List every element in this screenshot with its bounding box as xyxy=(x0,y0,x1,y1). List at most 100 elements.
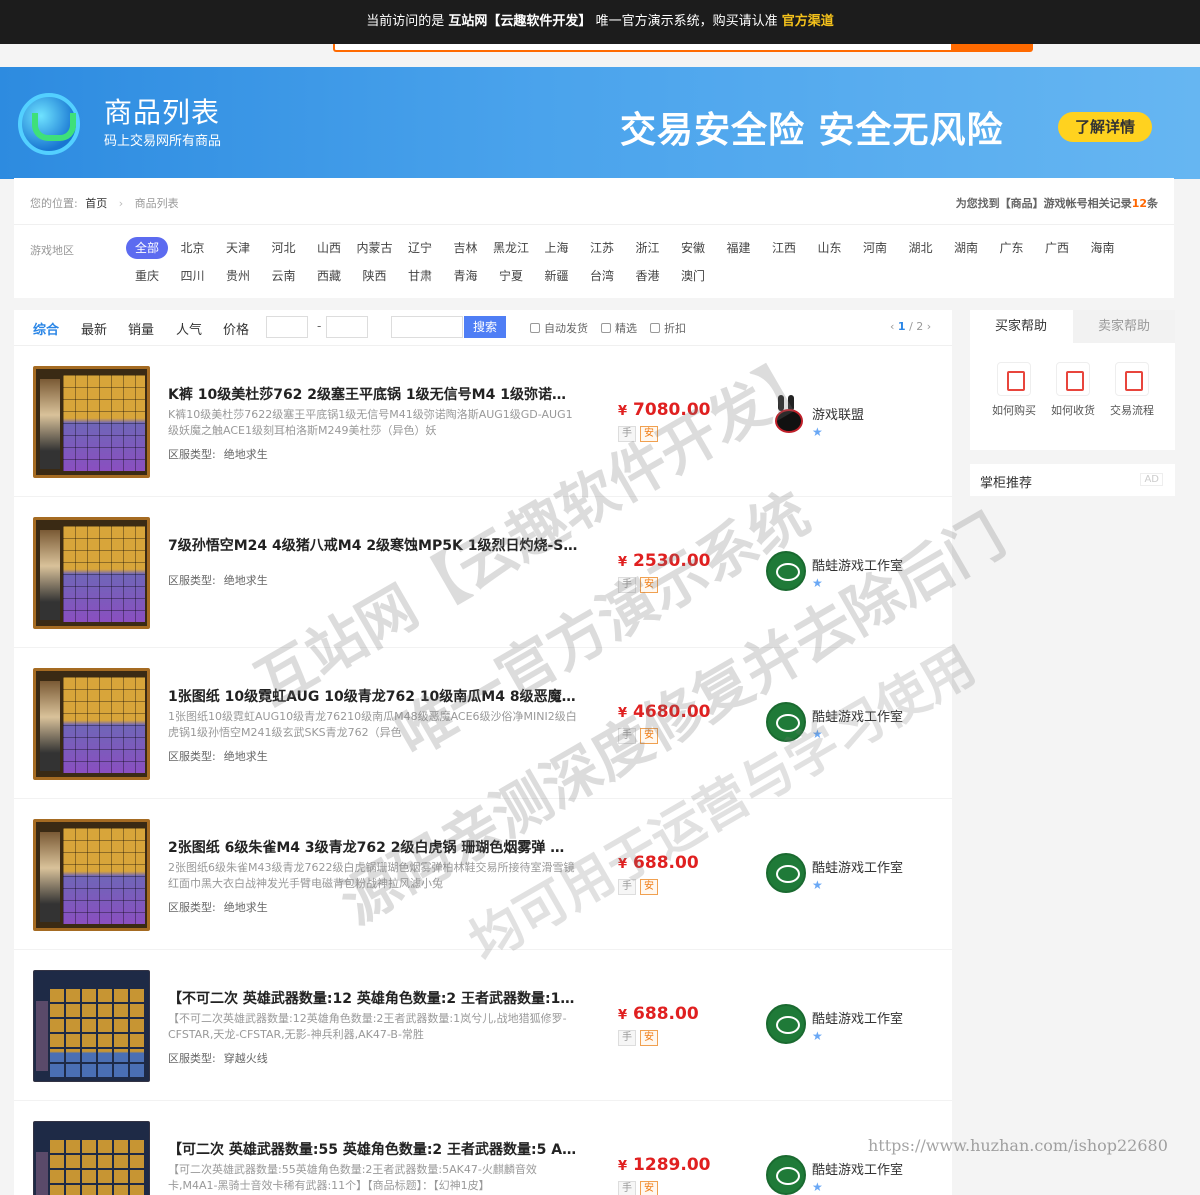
help-how-to-receive[interactable]: 如何收货 xyxy=(1043,362,1103,418)
checkbox-icon[interactable] xyxy=(530,323,540,333)
region-item[interactable]: 辽宁 xyxy=(399,237,441,259)
seller-avatar[interactable] xyxy=(766,551,806,591)
region-item[interactable]: 广西 xyxy=(1036,237,1078,259)
site-logo-icon[interactable] xyxy=(18,93,80,155)
region-item[interactable]: 甘肃 xyxy=(399,265,441,287)
product-title[interactable]: 2张图纸 6级朱雀M4 3级青龙762 2级白虎锅 珊瑚色烟雾弹 柏林鞋 交易所… xyxy=(168,837,578,857)
inventory-grid xyxy=(63,828,145,924)
product-thumbnail[interactable] xyxy=(33,366,150,478)
product-row[interactable]: K裤 10级美杜莎762 2级塞王平底锅 1级无信号M4 1级弥诺陶洛斯AUG1… xyxy=(14,347,952,497)
region-item[interactable]: 广东 xyxy=(991,237,1033,259)
region-item[interactable]: 山西 xyxy=(308,237,350,259)
product-thumbnail[interactable] xyxy=(33,517,150,629)
price-max-input[interactable] xyxy=(326,316,368,338)
safe-tag: 安 xyxy=(640,728,658,744)
product-row[interactable]: 7级孙悟空M24 4级猪八戒M4 2级寒蚀MP5K 1级烈日灼烧-S1897 猪… xyxy=(14,498,952,648)
seller-star-icon: ★ xyxy=(812,425,823,439)
product-thumbnail[interactable] xyxy=(33,819,150,931)
region-item[interactable]: 湖南 xyxy=(945,237,987,259)
search-button[interactable]: 搜索 xyxy=(464,316,506,338)
region-item[interactable]: 海南 xyxy=(1082,237,1124,259)
region-item[interactable]: 陕西 xyxy=(354,265,396,287)
pager-current: 1 xyxy=(897,320,906,333)
product-title[interactable]: K裤 10级美杜莎762 2级塞王平底锅 1级无信号M4 1级弥诺陶洛斯AUG1… xyxy=(168,384,578,404)
region-item[interactable]: 江苏 xyxy=(581,237,623,259)
region-item[interactable]: 青海 xyxy=(445,265,487,287)
region-item[interactable]: 安徽 xyxy=(672,237,714,259)
filter-auto-delivery[interactable]: 自动发货 xyxy=(530,320,588,336)
checkbox-icon[interactable] xyxy=(650,323,660,333)
region-item[interactable]: 重庆 xyxy=(126,265,168,287)
region-item[interactable]: 山东 xyxy=(809,237,851,259)
sort-default[interactable]: 综合 xyxy=(33,319,59,338)
filter-discount[interactable]: 折扣 xyxy=(650,320,686,336)
official-channel-link[interactable]: 官方渠道 xyxy=(782,14,834,29)
product-row[interactable]: 【不可二次 英雄武器数量:12 英雄角色数量:2 王者武器数量:1 岚兮儿,战地… xyxy=(14,951,952,1101)
sort-popularity[interactable]: 人气 xyxy=(176,319,202,338)
seller-name[interactable]: 游戏联盟 xyxy=(812,404,864,423)
prev-page-icon[interactable]: ‹ xyxy=(890,320,894,333)
region-item[interactable]: 福建 xyxy=(718,237,760,259)
seller-avatar[interactable] xyxy=(766,393,806,433)
product-price: ¥688.00 xyxy=(618,1004,699,1024)
seller-name[interactable]: 酷蛙游戏工作室 xyxy=(812,555,903,574)
product-title[interactable]: 【可二次 英雄武器数量:55 英雄角色数量:2 王者武器数量:5 AK47-火麒… xyxy=(168,1139,578,1159)
seller-star-icon: ★ xyxy=(812,576,823,590)
seller-avatar[interactable] xyxy=(766,1004,806,1044)
region-item[interactable]: 浙江 xyxy=(627,237,669,259)
product-thumbnail[interactable] xyxy=(33,1121,150,1195)
product-row[interactable]: 【可二次 英雄武器数量:55 英雄角色数量:2 王者武器数量:5 AK47-火麒… xyxy=(14,1102,952,1195)
product-title[interactable]: 【不可二次 英雄武器数量:12 英雄角色数量:2 王者武器数量:1 岚兮儿,战地… xyxy=(168,988,578,1008)
learn-more-button[interactable]: 了解详情 xyxy=(1058,112,1152,142)
filter-featured[interactable]: 精选 xyxy=(601,320,637,336)
region-item[interactable]: 香港 xyxy=(627,265,669,287)
banner-slogan: 交易安全险 安全无风险 xyxy=(620,110,1004,151)
seller-name[interactable]: 酷蛙游戏工作室 xyxy=(812,1159,903,1178)
region-item[interactable]: 西藏 xyxy=(308,265,350,287)
region-item[interactable]: 上海 xyxy=(536,237,578,259)
result-count-suffix: 条 xyxy=(1147,197,1158,210)
checkbox-icon[interactable] xyxy=(601,323,611,333)
product-thumbnail[interactable] xyxy=(33,970,150,1082)
product-thumbnail[interactable] xyxy=(33,668,150,780)
region-item[interactable]: 四川 xyxy=(172,265,214,287)
seller-avatar[interactable] xyxy=(766,853,806,893)
keyword-input[interactable] xyxy=(391,316,463,338)
help-trade-flow-label: 交易流程 xyxy=(1110,404,1154,417)
seller-name[interactable]: 酷蛙游戏工作室 xyxy=(812,1008,903,1027)
price-min-input[interactable] xyxy=(266,316,308,338)
region-item[interactable]: 江西 xyxy=(763,237,805,259)
region-item[interactable]: 全部 xyxy=(126,237,168,259)
region-item[interactable]: 湖北 xyxy=(900,237,942,259)
region-item[interactable]: 北京 xyxy=(172,237,214,259)
sort-newest[interactable]: 最新 xyxy=(81,319,107,338)
region-item[interactable]: 贵州 xyxy=(217,265,259,287)
region-item[interactable]: 新疆 xyxy=(536,265,578,287)
shop-recommend-panel: 掌柜推荐 AD xyxy=(970,464,1175,496)
tab-buyer-help[interactable]: 买家帮助 xyxy=(970,310,1072,343)
product-title[interactable]: 1张图纸 10级霓虹AUG 10级青龙762 10级南瓜M4 8级恶魔ACE 6… xyxy=(168,686,578,706)
seller-avatar[interactable] xyxy=(766,1155,806,1195)
region-item[interactable]: 宁夏 xyxy=(490,265,532,287)
region-item[interactable]: 河北 xyxy=(263,237,305,259)
region-item[interactable]: 河南 xyxy=(854,237,896,259)
seller-name[interactable]: 酷蛙游戏工作室 xyxy=(812,857,903,876)
help-how-to-buy[interactable]: 如何购买 xyxy=(984,362,1044,418)
sort-price[interactable]: 价格 xyxy=(223,319,249,338)
tab-seller-help[interactable]: 卖家帮助 xyxy=(1073,310,1175,343)
help-tabs: 买家帮助 卖家帮助 xyxy=(970,310,1175,343)
breadcrumb-home-link[interactable]: 首页 xyxy=(85,197,107,210)
next-page-icon[interactable]: › xyxy=(927,320,931,333)
inventory-grid xyxy=(48,1138,146,1195)
region-item[interactable]: 云南 xyxy=(263,265,305,287)
region-item[interactable]: 黑龙江 xyxy=(490,237,532,259)
region-item[interactable]: 天津 xyxy=(217,237,259,259)
region-item[interactable]: 台湾 xyxy=(581,265,623,287)
region-item[interactable]: 内蒙古 xyxy=(354,237,396,259)
result-count: 为您找到【商品】游戏帐号相关记录12条 xyxy=(956,195,1158,211)
product-title[interactable]: 7级孙悟空M24 4级猪八戒M4 2级寒蚀MP5K 1级烈日灼烧-S1897 猪… xyxy=(168,535,578,555)
region-item[interactable]: 澳门 xyxy=(672,265,714,287)
region-item[interactable]: 吉林 xyxy=(445,237,487,259)
sort-sales[interactable]: 销量 xyxy=(128,319,154,338)
help-trade-flow[interactable]: 交易流程 xyxy=(1102,362,1162,418)
